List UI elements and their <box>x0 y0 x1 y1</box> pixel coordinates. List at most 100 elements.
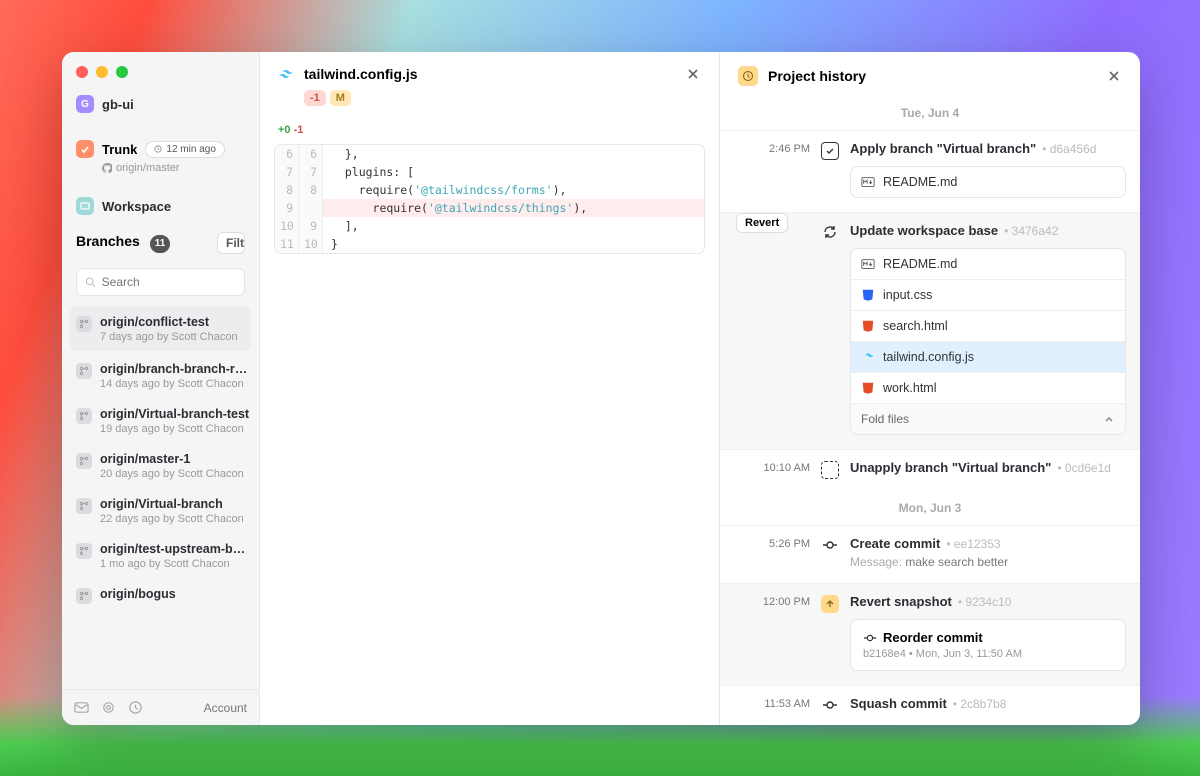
code-line: 66 }, <box>275 145 704 163</box>
trunk-label: Trunk <box>102 142 137 157</box>
history-date-header: Mon, Jun 3 <box>720 493 1140 525</box>
history-file[interactable]: README.md <box>851 167 1125 197</box>
sidebar-footer: Account <box>62 689 259 725</box>
history-file[interactable]: work.html <box>851 373 1125 404</box>
update-icon <box>822 224 838 240</box>
history-time <box>734 223 810 435</box>
history-time: 12:00 PM <box>734 594 810 671</box>
branch-list: origin/conflict-test 7 days ago by Scott… <box>62 304 259 689</box>
history-date-header: Tue, Jun 4 <box>720 98 1140 130</box>
history-file[interactable]: input.css <box>851 280 1125 311</box>
branch-icon <box>76 543 92 559</box>
maximize-window-button[interactable] <box>116 66 128 78</box>
branch-meta: 19 days ago by Scott Chacon <box>100 423 249 435</box>
branch-search[interactable] <box>76 268 245 296</box>
minimize-window-button[interactable] <box>96 66 108 78</box>
branch-icon <box>76 316 92 332</box>
diff-chips: -1 M <box>260 90 719 116</box>
trunk-remote: origin/master <box>62 160 259 184</box>
branch-name: origin/bogus <box>100 587 176 601</box>
filter-button[interactable]: Filter <box>217 232 245 254</box>
nested-snapshot[interactable]: Reorder commit b2168e4 • Mon, Jun 3, 11:… <box>850 619 1126 671</box>
code-line: 1110} <box>275 235 704 253</box>
project-selector[interactable]: G gb-ui <box>62 88 259 120</box>
history-item[interactable]: 12:00 PM Revert snapshot • 9234c10 Reord… <box>720 583 1140 685</box>
workspace-label: Workspace <box>102 199 171 214</box>
code-line: 9 require('@tailwindcss/things'), <box>275 199 704 217</box>
history-time: 5:26 PM <box>734 536 810 569</box>
history-item-icon <box>818 223 842 435</box>
history-list[interactable]: Tue, Jun 42:46 PM Apply branch "Virtual … <box>720 98 1140 725</box>
history-file[interactable]: search.html <box>851 311 1125 342</box>
branch-icon <box>76 498 92 514</box>
history-item[interactable]: 5:26 PM Create commit • ee12353Message: … <box>720 525 1140 583</box>
sidebar: G gb-ui Trunk 12 min ago origin/master <box>62 52 260 725</box>
branch-item[interactable]: origin/Virtual-branch 22 days ago by Sco… <box>62 488 259 533</box>
history-item-icon <box>818 696 842 713</box>
branch-search-input[interactable] <box>102 275 236 289</box>
history-item[interactable]: 10:10 AM Unapply branch "Virtual branch"… <box>720 449 1140 493</box>
trunk-row[interactable]: Trunk 12 min ago <box>62 132 259 160</box>
branch-icon <box>76 453 92 469</box>
code-line: 77 plugins: [ <box>275 163 704 181</box>
history-time: 2:46 PM <box>734 141 810 198</box>
history-item[interactable]: Update workspace base • 3476a42README.md… <box>720 212 1140 449</box>
chip-modified: M <box>330 90 351 106</box>
branch-icon <box>76 363 92 379</box>
branches-count: 11 <box>150 235 171 253</box>
chip-deletions: -1 <box>304 90 326 106</box>
history-item-icon <box>818 141 842 198</box>
branch-name: origin/master-1 <box>100 452 244 466</box>
history-file[interactable]: tailwind.config.js <box>851 342 1125 373</box>
diff-code: 66 },77 plugins: [88 require('@tailwindc… <box>274 144 705 254</box>
trunk-age-pill: 12 min ago <box>145 141 224 158</box>
branch-icon <box>76 408 92 424</box>
close-window-button[interactable] <box>76 66 88 78</box>
trunk-icon <box>76 140 94 158</box>
branch-item[interactable]: origin/master-1 20 days ago by Scott Cha… <box>62 443 259 488</box>
history-time: 11:53 AM <box>734 696 810 713</box>
workspace-icon <box>76 197 94 215</box>
close-diff-button[interactable] <box>685 66 701 82</box>
history-item-icon <box>818 536 842 569</box>
branch-item[interactable]: origin/Virtual-branch-test 19 days ago b… <box>62 398 259 443</box>
history-panel: Project history Tue, Jun 42:46 PM Apply … <box>720 52 1140 725</box>
history-title: Project history <box>768 68 1096 84</box>
history-icon[interactable] <box>128 700 143 715</box>
branch-name: origin/branch-branch-resour… <box>100 362 250 376</box>
revert-button[interactable]: Revert <box>736 213 788 233</box>
fold-files-button[interactable]: Fold files <box>851 404 1125 434</box>
account-link[interactable]: Account <box>204 701 247 715</box>
branch-item[interactable]: origin/bogus <box>62 578 259 612</box>
branch-item[interactable]: origin/conflict-test 7 days ago by Scott… <box>70 306 251 351</box>
branch-name: origin/Virtual-branch-test <box>100 407 249 421</box>
code-line: 88 require('@tailwindcss/forms'), <box>275 181 704 199</box>
workspace-row[interactable]: Workspace <box>62 190 259 222</box>
history-item[interactable]: 2:46 PM Apply branch "Virtual branch" • … <box>720 130 1140 212</box>
tailwind-icon <box>278 66 294 82</box>
chevron-up-icon <box>1103 413 1115 425</box>
history-time: 10:10 AM <box>734 460 810 479</box>
branch-meta: 7 days ago by Scott Chacon <box>100 331 238 343</box>
project-icon: G <box>76 95 94 113</box>
history-panel-icon <box>738 66 758 86</box>
branch-name: origin/Virtual-branch <box>100 497 244 511</box>
history-item-icon <box>818 594 842 671</box>
history-item-icon <box>818 460 842 479</box>
history-file[interactable]: README.md <box>851 249 1125 280</box>
clock-icon <box>154 145 162 153</box>
mail-icon[interactable] <box>74 700 89 715</box>
diff-counts: +0 -1 <box>260 116 719 140</box>
branch-item[interactable]: origin/branch-branch-resour… 14 days ago… <box>62 353 259 398</box>
branch-item[interactable]: origin/test-upstream-branch… 1 mo ago by… <box>62 533 259 578</box>
branch-meta: 22 days ago by Scott Chacon <box>100 513 244 525</box>
app-window: G gb-ui Trunk 12 min ago origin/master <box>62 52 1140 725</box>
branch-meta: 14 days ago by Scott Chacon <box>100 378 250 390</box>
branch-icon <box>76 588 92 604</box>
commit-icon <box>822 697 838 713</box>
history-item[interactable]: 11:53 AM Squash commit • 2c8b7b8 <box>720 685 1140 725</box>
branch-name: origin/conflict-test <box>100 315 238 329</box>
close-history-button[interactable] <box>1106 68 1122 84</box>
gear-icon[interactable] <box>101 700 116 715</box>
project-name: gb-ui <box>102 97 134 112</box>
